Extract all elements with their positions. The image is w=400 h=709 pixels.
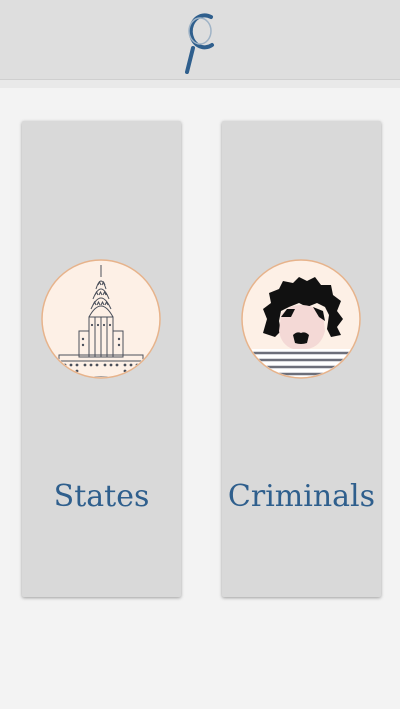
criminals-card-label: Criminals (227, 479, 376, 514)
app-header (0, 0, 400, 80)
app-screen: States Criminals (0, 0, 400, 709)
states-card[interactable]: States (22, 121, 181, 597)
magnifying-glass-c-logo-icon[interactable] (178, 8, 222, 78)
states-card-label: States (53, 479, 150, 514)
skyscraper-building-icon (41, 259, 161, 379)
header-divider (0, 80, 400, 88)
criminal-face-icon (241, 259, 361, 379)
criminals-card[interactable]: Criminals (222, 121, 381, 597)
